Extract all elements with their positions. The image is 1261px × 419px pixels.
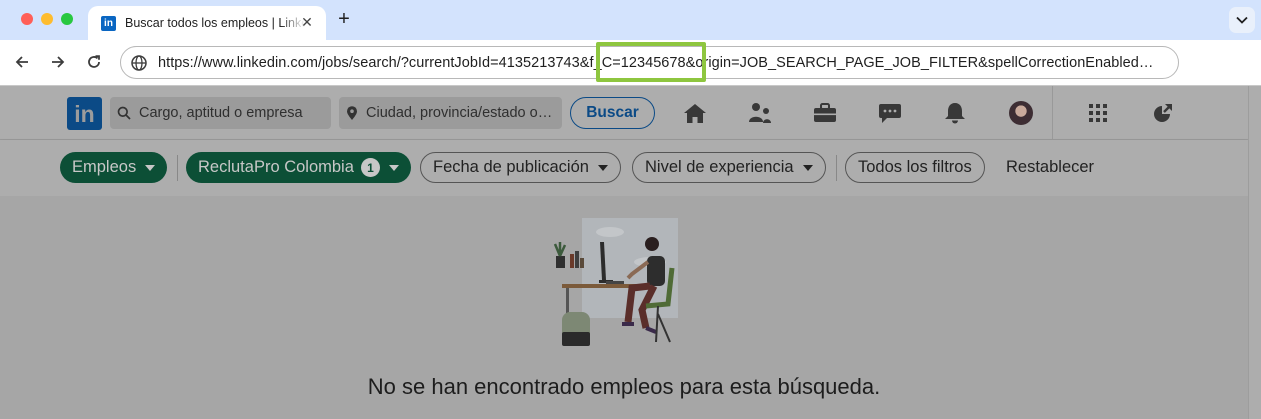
search-button[interactable]: Buscar — [570, 97, 655, 129]
linkedin-logo[interactable]: in — [67, 97, 102, 130]
url-parameter-highlight — [596, 42, 706, 82]
filter-divider — [836, 155, 837, 181]
all-filters-button[interactable]: Todos los filtros — [845, 152, 985, 183]
keyword-search-input[interactable]: Cargo, aptitud o empresa — [110, 97, 331, 129]
jobs-results-area: No se han encontrado empleos para esta b… — [0, 196, 1248, 419]
jobs-briefcase-icon[interactable] — [812, 101, 838, 125]
all-filters-label: Todos los filtros — [858, 158, 972, 176]
jobs-filter-dropdown[interactable]: Empleos — [60, 152, 168, 183]
close-tab-icon[interactable]: ✕ — [298, 14, 316, 31]
new-tab-icon[interactable]: + — [334, 8, 354, 30]
minimize-window-button[interactable] — [41, 13, 53, 25]
experience-level-filter-dropdown[interactable]: Nivel de experiencia — [632, 152, 826, 183]
tab-title: Buscar todos los empleos | LinkedIn — [125, 16, 305, 30]
tab-search-icon[interactable] — [1229, 7, 1255, 33]
advertise-icon[interactable] — [1150, 101, 1176, 125]
site-info-icon[interactable] — [130, 54, 148, 72]
caret-down-icon — [388, 164, 399, 171]
reload-icon[interactable] — [83, 51, 105, 73]
jobs-filter-bar: Empleos ReclutaPro Colombia 1 Fecha de p… — [0, 140, 1248, 196]
company-filter-label: ReclutaPro Colombia — [198, 158, 354, 176]
location-pin-icon — [347, 105, 357, 120]
maximize-window-button[interactable] — [61, 13, 73, 25]
browser-tab-active[interactable]: in Buscar todos los empleos | LinkedIn ✕ — [88, 6, 326, 40]
filter-divider — [177, 155, 178, 181]
back-icon[interactable] — [11, 51, 33, 73]
company-filter-dropdown[interactable]: ReclutaPro Colombia 1 — [186, 152, 411, 183]
caret-down-icon — [145, 164, 156, 171]
forward-icon[interactable] — [47, 51, 69, 73]
location-search-input[interactable]: Ciudad, provincia/estado o… — [339, 97, 562, 129]
linkedin-header: in Cargo, aptitud o empresa Ciudad, prov… — [0, 86, 1248, 140]
page-scrollbar[interactable] — [1248, 86, 1261, 419]
company-filter-count-badge: 1 — [360, 158, 380, 177]
my-network-icon[interactable] — [747, 101, 773, 125]
notifications-bell-icon[interactable] — [942, 101, 968, 125]
location-search-placeholder: Ciudad, provincia/estado o… — [366, 105, 553, 121]
profile-avatar[interactable] — [1009, 101, 1033, 125]
home-icon[interactable] — [682, 101, 708, 125]
jobs-filter-label: Empleos — [72, 158, 137, 176]
linkedin-favicon-icon: in — [101, 15, 116, 31]
browser-tab-bar: in Buscar todos los empleos | LinkedIn ✕… — [0, 0, 1261, 40]
close-window-button[interactable] — [21, 13, 33, 25]
date-posted-filter-label: Fecha de publicación — [433, 158, 589, 176]
header-divider — [1052, 86, 1053, 140]
keyword-search-placeholder: Cargo, aptitud o empresa — [139, 105, 303, 121]
apps-grid-icon[interactable] — [1085, 101, 1111, 125]
messaging-icon[interactable] — [877, 101, 903, 125]
empty-state-message: No se han encontrado empleos para esta b… — [367, 374, 881, 399]
reset-filters-button[interactable]: Restablecer — [1006, 158, 1094, 177]
date-posted-filter-dropdown[interactable]: Fecha de publicación — [420, 152, 621, 183]
empty-state-illustration — [553, 218, 678, 346]
caret-down-icon — [597, 164, 608, 171]
experience-level-filter-label: Nivel de experiencia — [645, 158, 794, 176]
search-icon — [117, 106, 131, 120]
caret-down-icon — [802, 164, 813, 171]
